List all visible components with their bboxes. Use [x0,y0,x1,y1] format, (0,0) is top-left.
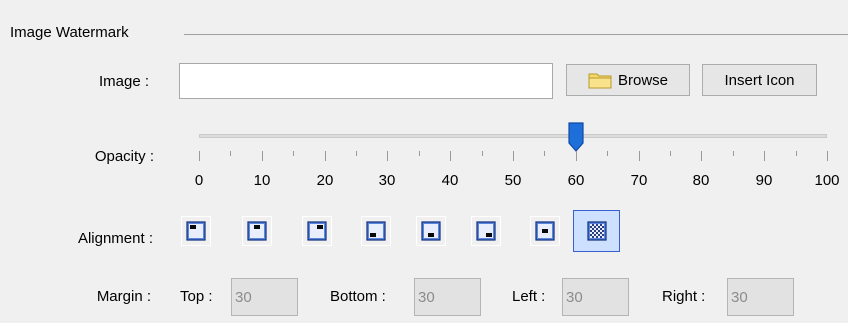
align-bottom-center-button[interactable] [416,216,446,246]
slider-minor-tick [607,151,608,156]
align-center-icon [535,221,555,241]
align-tile-button[interactable] [573,210,620,252]
align-top-right-button[interactable] [302,216,332,246]
align-center-button[interactable] [530,216,560,246]
margin-left-label: Left : [512,288,546,305]
slider-tick-label: 50 [504,172,522,189]
slider-minor-tick [796,151,797,156]
slider-minor-tick [356,151,357,156]
slider-major-tick [325,151,326,161]
slider-tick-label: 80 [692,172,710,189]
folder-icon [588,71,612,89]
align-top-center-icon [247,221,267,241]
slider-major-tick [701,151,702,161]
image-label: Image : [98,73,149,90]
align-bottom-right-button[interactable] [471,216,501,246]
align-top-center-button[interactable] [242,216,272,246]
align-bottom-center-icon [421,221,441,241]
margin-bottom-label: Bottom : [330,288,386,305]
slider-major-tick [639,151,640,161]
align-top-left-button[interactable] [181,216,211,246]
slider-tick-label: 100 [814,172,840,189]
slider-tick-label: 10 [253,172,271,189]
slider-tick-label: 20 [316,172,334,189]
align-bottom-right-icon [476,221,496,241]
slider-major-tick [199,151,200,161]
align-top-left-icon [186,221,206,241]
slider-minor-tick [293,151,294,156]
margin-left-input[interactable] [562,278,629,316]
margin-label: Margin : [96,288,151,305]
slider-minor-tick [670,151,671,156]
slider-track[interactable] [199,134,827,138]
slider-major-tick [576,151,577,161]
align-tile-icon [586,221,607,241]
margin-top-label: Top : [180,288,213,305]
slider-minor-tick [482,151,483,156]
group-divider [184,34,848,35]
slider-major-tick [387,151,388,161]
slider-major-tick [262,151,263,161]
slider-tick-label: 0 [194,172,204,189]
slider-tick-label: 60 [567,172,585,189]
slider-minor-tick [419,151,420,156]
slider-tick-label: 90 [755,172,773,189]
alignment-label: Alignment : [77,230,153,247]
browse-label: Browse [617,71,669,89]
slider-thumb[interactable] [568,122,584,152]
margin-bottom-input[interactable] [414,278,481,316]
slider-tick-label: 70 [630,172,648,189]
slider-minor-tick [230,151,231,156]
slider-minor-tick [544,151,545,156]
slider-tick-label: 40 [441,172,459,189]
margin-right-label: Right : [662,288,706,305]
align-bottom-left-button[interactable] [361,216,391,246]
slider-major-tick [513,151,514,161]
slider-major-tick [764,151,765,161]
slider-major-tick [827,151,828,161]
opacity-label: Opacity : [94,148,154,165]
browse-button[interactable]: Browse [566,64,690,96]
margin-top-input[interactable] [231,278,298,316]
margin-right-input[interactable] [727,278,794,316]
align-top-right-icon [307,221,327,241]
slider-major-tick [450,151,451,161]
group-title: Image Watermark [10,24,129,41]
slider-tick-label: 30 [378,172,396,189]
slider-minor-tick [733,151,734,156]
insert-icon-button[interactable]: Insert Icon [702,64,817,96]
image-path-input[interactable] [179,63,553,99]
align-bottom-left-icon [366,221,386,241]
